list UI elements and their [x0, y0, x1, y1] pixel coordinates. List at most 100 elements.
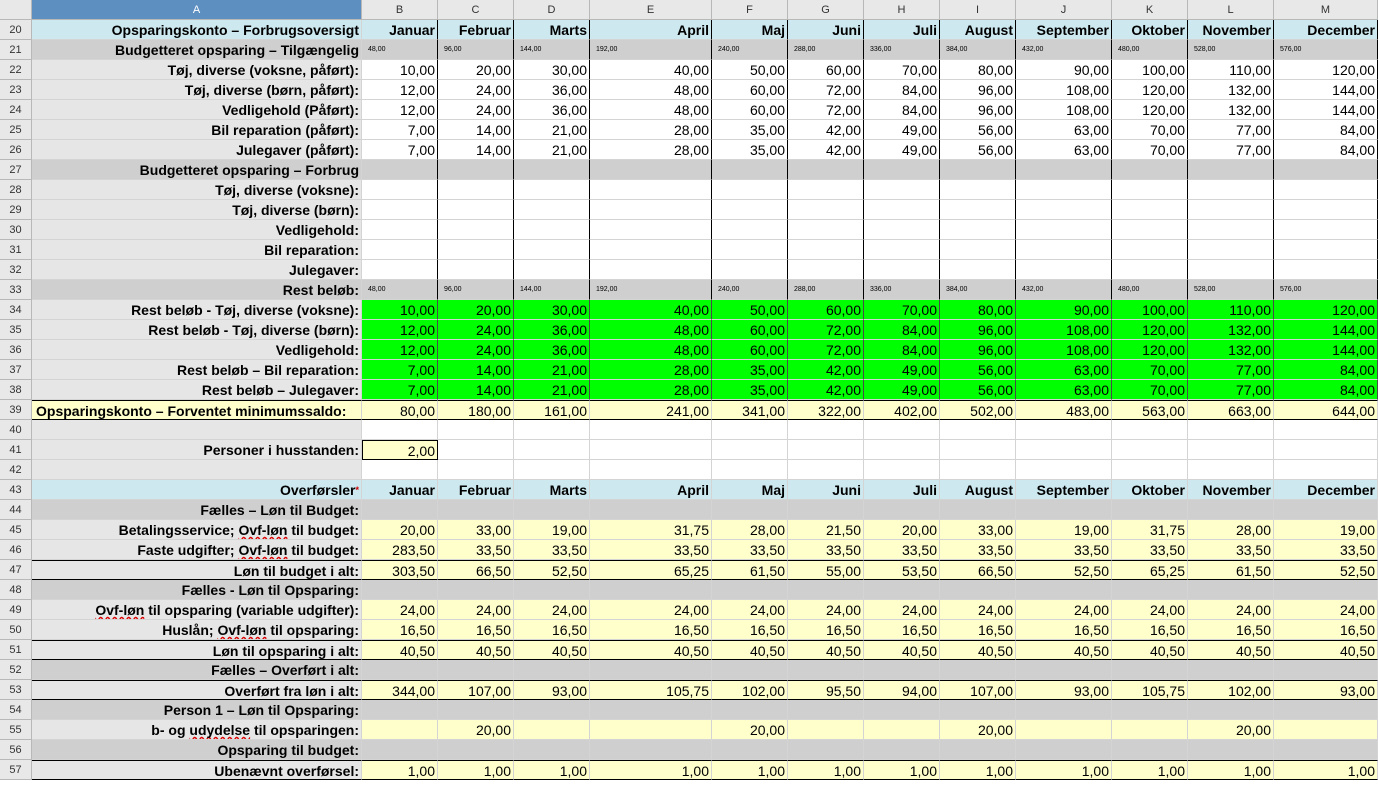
- cell-h37[interactable]: 49,00: [864, 360, 940, 380]
- cell-k21[interactable]: 480,00: [1112, 40, 1188, 60]
- cell-m28[interactable]: [1274, 180, 1378, 200]
- cell-l26[interactable]: 77,00: [1188, 140, 1274, 160]
- cell-b31[interactable]: [362, 240, 438, 260]
- cell-f38[interactable]: 35,00: [712, 380, 788, 400]
- cell-h38[interactable]: 49,00: [864, 380, 940, 400]
- cell-i39[interactable]: 502,00: [940, 400, 1016, 420]
- cell-b42[interactable]: [362, 460, 438, 480]
- cell-k53[interactable]: 105,75: [1112, 680, 1188, 700]
- cell-d28[interactable]: [514, 180, 590, 200]
- cell-f30[interactable]: [712, 220, 788, 240]
- cell-j47[interactable]: 52,50: [1016, 560, 1112, 580]
- cell-i42[interactable]: [940, 460, 1016, 480]
- cell-i53[interactable]: 107,00: [940, 680, 1016, 700]
- cell-c24[interactable]: 24,00: [438, 100, 514, 120]
- row-label[interactable]: Budgetteret opsparing – Forbrug: [32, 160, 362, 180]
- cell-g22[interactable]: 60,00: [788, 60, 864, 80]
- cell-k37[interactable]: 70,00: [1112, 360, 1188, 380]
- row-header-40[interactable]: 40: [0, 420, 32, 440]
- cell-e50[interactable]: 16,50: [590, 620, 712, 640]
- cell-l27[interactable]: [1188, 160, 1274, 180]
- column-header-k[interactable]: K: [1112, 0, 1188, 20]
- cell-d54[interactable]: [514, 700, 590, 720]
- row-label[interactable]: Bil reparation:: [32, 240, 362, 260]
- cell-h25[interactable]: 49,00: [864, 120, 940, 140]
- cell-e41[interactable]: [590, 440, 712, 460]
- cell-k36[interactable]: 120,00: [1112, 340, 1188, 360]
- cell-h26[interactable]: 49,00: [864, 140, 940, 160]
- select-all-corner[interactable]: [0, 0, 32, 20]
- cell-f37[interactable]: 35,00: [712, 360, 788, 380]
- cell-d21[interactable]: 144,00: [514, 40, 590, 60]
- cell-j44[interactable]: [1016, 500, 1112, 520]
- cell-d36[interactable]: 36,00: [514, 340, 590, 360]
- cell-g42[interactable]: [788, 460, 864, 480]
- cell-d25[interactable]: 21,00: [514, 120, 590, 140]
- cell-l28[interactable]: [1188, 180, 1274, 200]
- cell-e23[interactable]: 48,00: [590, 80, 712, 100]
- row-label[interactable]: Julegaver (påført):: [32, 140, 362, 160]
- cell-e30[interactable]: [590, 220, 712, 240]
- cell-d40[interactable]: [514, 420, 590, 440]
- cell-f27[interactable]: [712, 160, 788, 180]
- cell-i26[interactable]: 56,00: [940, 140, 1016, 160]
- cell-i47[interactable]: 66,50: [940, 560, 1016, 580]
- cell-m36[interactable]: 144,00: [1274, 340, 1378, 360]
- cell-h41[interactable]: [864, 440, 940, 460]
- row-header-56[interactable]: 56: [0, 740, 32, 760]
- cell-e31[interactable]: [590, 240, 712, 260]
- cell-i21[interactable]: 384,00: [940, 40, 1016, 60]
- column-header-c[interactable]: C: [438, 0, 514, 20]
- cell-i36[interactable]: 96,00: [940, 340, 1016, 360]
- row-label[interactable]: Vedligehold:: [32, 340, 362, 360]
- cell-c57[interactable]: 1,00: [438, 760, 514, 780]
- cell-f41[interactable]: [712, 440, 788, 460]
- cell-l53[interactable]: 102,00: [1188, 680, 1274, 700]
- cell-h35[interactable]: 84,00: [864, 320, 940, 340]
- cell-e57[interactable]: 1,00: [590, 760, 712, 780]
- cell-m27[interactable]: [1274, 160, 1378, 180]
- cell-i48[interactable]: [940, 580, 1016, 600]
- cell-h53[interactable]: 94,00: [864, 680, 940, 700]
- cell-b52[interactable]: [362, 660, 438, 680]
- cell-d37[interactable]: 21,00: [514, 360, 590, 380]
- cell-g47[interactable]: 55,00: [788, 560, 864, 580]
- row-label[interactable]: Rest beløb – Julegaver:: [32, 380, 362, 400]
- cell-h33[interactable]: 336,00: [864, 280, 940, 300]
- row-label[interactable]: Fælles – Løn til Budget:: [32, 500, 362, 520]
- cell-m39[interactable]: 644,00: [1274, 400, 1378, 420]
- cell-h40[interactable]: [864, 420, 940, 440]
- cell-b56[interactable]: [362, 740, 438, 760]
- cell-c54[interactable]: [438, 700, 514, 720]
- cell-l33[interactable]: 528,00: [1188, 280, 1274, 300]
- cell-m24[interactable]: 144,00: [1274, 100, 1378, 120]
- column-header-f[interactable]: F: [712, 0, 788, 20]
- cell-f56[interactable]: [712, 740, 788, 760]
- cell-h22[interactable]: 70,00: [864, 60, 940, 80]
- cell-d24[interactable]: 36,00: [514, 100, 590, 120]
- cell-l41[interactable]: [1188, 440, 1274, 460]
- row-header-44[interactable]: 44: [0, 500, 32, 520]
- row-header-54[interactable]: 54: [0, 700, 32, 720]
- cell-b48[interactable]: [362, 580, 438, 600]
- cell-k47[interactable]: 65,25: [1112, 560, 1188, 580]
- cell-g25[interactable]: 42,00: [788, 120, 864, 140]
- cell-j46[interactable]: 33,50: [1016, 540, 1112, 560]
- cell-f48[interactable]: [712, 580, 788, 600]
- cell-f40[interactable]: [712, 420, 788, 440]
- cell-g21[interactable]: 288,00: [788, 40, 864, 60]
- cell-f51[interactable]: 40,50: [712, 640, 788, 660]
- cell-b39[interactable]: 80,00: [362, 400, 438, 420]
- cell-l49[interactable]: 24,00: [1188, 600, 1274, 620]
- cell-b57[interactable]: 1,00: [362, 760, 438, 780]
- cell-k32[interactable]: [1112, 260, 1188, 280]
- cell-e56[interactable]: [590, 740, 712, 760]
- cell-f22[interactable]: 50,00: [712, 60, 788, 80]
- cell-l30[interactable]: [1188, 220, 1274, 240]
- row-label[interactable]: Bil reparation (påført):: [32, 120, 362, 140]
- cell-j57[interactable]: 1,00: [1016, 760, 1112, 780]
- cell-i57[interactable]: 1,00: [940, 760, 1016, 780]
- cell-i29[interactable]: [940, 200, 1016, 220]
- cell-l32[interactable]: [1188, 260, 1274, 280]
- cell-i50[interactable]: 16,50: [940, 620, 1016, 640]
